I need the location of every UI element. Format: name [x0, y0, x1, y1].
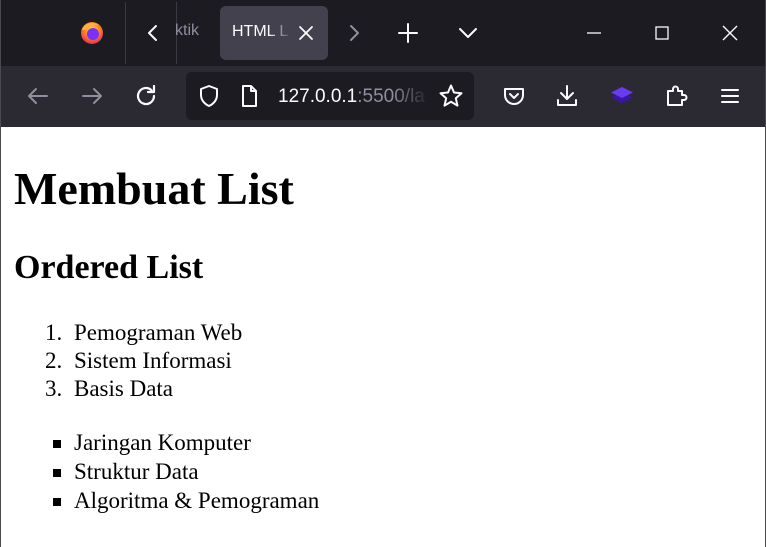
close-icon[interactable]	[717, 20, 743, 46]
maximize-icon[interactable]	[649, 20, 675, 46]
chevron-right-icon[interactable]	[342, 20, 366, 46]
list-item-text: Sistem Informasi	[74, 348, 232, 373]
list-item-text: Struktur Data	[74, 459, 199, 484]
arrow-right-icon[interactable]	[79, 83, 105, 109]
url-host: 127.0.0.1	[278, 86, 358, 107]
section-heading: Ordered List	[14, 249, 204, 286]
list-item-text: Pemograman Web	[74, 320, 243, 345]
list-item-number: 3.	[45, 376, 63, 401]
pocket-icon[interactable]	[501, 83, 527, 109]
firefox-logo-icon[interactable]	[79, 20, 105, 46]
tab-previous-title[interactable]: ktik	[175, 22, 205, 44]
shield-icon[interactable]	[196, 83, 222, 109]
hamburger-menu-icon[interactable]	[717, 83, 743, 109]
arrow-left-icon[interactable]	[25, 83, 51, 109]
tab-strip-separator	[125, 2, 126, 64]
minimize-icon[interactable]	[581, 20, 607, 46]
page-icon[interactable]	[236, 83, 262, 109]
url-path: :5500/la	[357, 86, 425, 107]
plus-icon[interactable]	[395, 20, 421, 46]
square-bullet-icon	[53, 469, 61, 477]
star-icon[interactable]	[438, 83, 464, 109]
list-item-text: Algoritma & Pemograman	[74, 488, 320, 513]
reload-icon[interactable]	[133, 83, 159, 109]
url-text[interactable]: 127.0.0.1:5500/la	[278, 86, 430, 108]
list-item: Jaringan Komputer	[1, 429, 319, 457]
list-item-text: Basis Data	[74, 376, 174, 401]
layers-icon[interactable]	[609, 83, 635, 109]
chevron-down-icon[interactable]	[455, 20, 481, 46]
ordered-list: 1. Pemograman Web 2. Sistem Informasi 3.…	[1, 319, 242, 403]
list-item: 1. Pemograman Web	[1, 319, 242, 347]
list-item: 3. Basis Data	[1, 375, 242, 403]
close-icon[interactable]	[294, 21, 318, 45]
list-item-number: 1.	[45, 320, 63, 345]
square-bullet-icon	[53, 498, 61, 506]
url-bar[interactable]: 127.0.0.1:5500/la	[186, 72, 474, 120]
list-item-number: 2.	[45, 348, 63, 373]
unordered-list: Jaringan Komputer Struktur Data Algoritm…	[1, 429, 319, 515]
browser-window: ktik HTML L 127.0.0.1:5500/la Membuat Li…	[0, 0, 766, 547]
page-content: Membuat List Ordered List 1. Pemograman …	[1, 127, 765, 547]
puzzle-icon[interactable]	[663, 83, 689, 109]
list-item: 2. Sistem Informasi	[1, 347, 242, 375]
list-item-text: Jaringan Komputer	[74, 430, 251, 455]
download-icon[interactable]	[554, 83, 580, 109]
navigation-toolbar: 127.0.0.1:5500/la	[1, 66, 765, 127]
chevron-left-icon[interactable]	[141, 20, 165, 46]
tab-strip: ktik HTML L	[1, 0, 765, 66]
tab-active[interactable]: HTML L	[220, 6, 328, 60]
list-item: Algoritma & Pemograman	[1, 487, 319, 515]
page-title: Membuat List	[14, 163, 294, 214]
square-bullet-icon	[53, 440, 61, 448]
tab-active-title: HTML L	[232, 23, 289, 40]
list-item: Struktur Data	[1, 458, 319, 486]
